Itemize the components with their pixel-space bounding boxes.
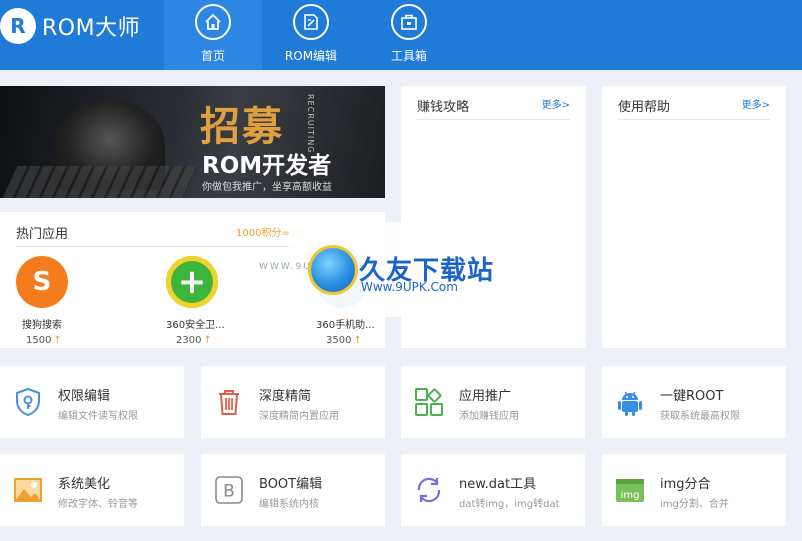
tool-desc: 添加赚钱应用 bbox=[459, 411, 519, 422]
help-title: 使用帮助 bbox=[618, 100, 671, 115]
rom-edit-icon bbox=[293, 4, 329, 40]
watermark-url: Www.9UPK.Com bbox=[361, 280, 458, 294]
tool-name: 应用推广 bbox=[459, 389, 512, 404]
tool-img-split[interactable]: img img分合 img分割、合并 bbox=[602, 454, 786, 526]
tab-rom-edit[interactable]: ROM编辑 bbox=[262, 0, 360, 70]
shield-key-icon bbox=[16, 387, 40, 417]
globe-logo-icon bbox=[311, 248, 355, 292]
tool-deep-slim[interactable]: 深度精简 深度精简内置应用 bbox=[201, 366, 385, 438]
banner-title: 招募 bbox=[200, 104, 284, 150]
convert-icon bbox=[417, 477, 441, 503]
svg-text:B: B bbox=[223, 482, 235, 502]
boot-b-icon: B bbox=[215, 476, 243, 504]
banner-subtitle: ROM开发者 bbox=[202, 153, 332, 179]
tool-name: 权限编辑 bbox=[58, 389, 111, 404]
tool-name: img分合 bbox=[660, 477, 711, 492]
banner-tagline: 你做包我推广，坐享高额收益 bbox=[202, 182, 332, 193]
apps-grid-icon bbox=[415, 388, 443, 416]
app-score: 3500 ↑ bbox=[326, 335, 406, 346]
hot-apps-title: 热门应用 bbox=[16, 227, 69, 242]
image-icon bbox=[14, 478, 42, 502]
up-arrow-icon: ↑ bbox=[53, 335, 62, 346]
help-panel: 使用帮助 更多> bbox=[602, 86, 786, 348]
tool-new-dat[interactable]: new.dat工具 dat转img，img转dat bbox=[401, 454, 585, 526]
tool-name: new.dat工具 bbox=[459, 477, 537, 492]
tool-one-click-root[interactable]: 一键ROOT 获取系统最高权限 bbox=[602, 366, 786, 438]
divider bbox=[618, 119, 770, 120]
app-name: 360手机助... bbox=[316, 320, 375, 331]
banner-vertical-text: RECRUITING bbox=[306, 94, 315, 154]
img-split-icon: img bbox=[616, 479, 644, 502]
app-name: 搜狗搜索 bbox=[22, 320, 62, 331]
keyboard-graphic bbox=[2, 166, 198, 198]
tool-desc: dat转img，img转dat bbox=[459, 499, 560, 510]
sogou-icon: S bbox=[16, 256, 68, 308]
help-more-link[interactable]: 更多> bbox=[742, 96, 770, 111]
app-score-value: 3500 bbox=[326, 335, 352, 346]
app-score-value: 1500 bbox=[26, 335, 52, 346]
app-name: 360安全卫... bbox=[166, 320, 225, 331]
tool-name: BOOT编辑 bbox=[259, 477, 323, 492]
tool-app-promotion[interactable]: 应用推广 添加赚钱应用 bbox=[401, 366, 585, 438]
tool-desc: 编辑系统内核 bbox=[259, 499, 319, 510]
divider bbox=[417, 119, 570, 120]
app-score: 2300 ↑ bbox=[176, 335, 256, 346]
home-icon bbox=[195, 4, 231, 40]
trash-icon bbox=[219, 390, 239, 415]
recruit-banner[interactable]: 招募 RECRUITING ROM开发者 你做包我推广，坐享高额收益 bbox=[0, 86, 385, 198]
tab-home[interactable]: 首页 bbox=[164, 0, 262, 70]
tool-permission-edit[interactable]: 权限编辑 编辑文件读写权限 bbox=[0, 366, 184, 438]
tool-desc: 修改字体、铃音等 bbox=[58, 499, 138, 510]
logo-r-icon: R bbox=[0, 8, 36, 44]
tab-toolbox-label: 工具箱 bbox=[390, 49, 427, 63]
app-item-sogou[interactable]: S 搜狗搜索 1500 ↑ bbox=[16, 256, 106, 346]
up-arrow-icon: ↑ bbox=[353, 335, 362, 346]
tool-name: 一键ROOT bbox=[660, 389, 724, 404]
top-bar: R ROM大师 首页 ROM编辑 工具箱 bbox=[0, 0, 802, 70]
earn-more-link[interactable]: 更多> bbox=[542, 96, 570, 111]
tool-desc: 获取系统最高权限 bbox=[660, 411, 740, 422]
site-watermark: WWW.9UPK.COM 久友下载站 Www.9UPK.Com bbox=[259, 222, 514, 317]
tool-system-beautify[interactable]: 系统美化 修改字体、铃音等 bbox=[0, 454, 184, 526]
app-item-360-security[interactable]: + 360安全卫... 2300 ↑ bbox=[166, 256, 256, 346]
tool-desc: 深度精简内置应用 bbox=[259, 411, 339, 422]
app-score-value: 2300 bbox=[176, 335, 202, 346]
tool-boot-edit[interactable]: B BOOT编辑 编辑系统内核 bbox=[201, 454, 385, 526]
tool-name: 深度精简 bbox=[259, 389, 312, 404]
earn-guide-title: 赚钱攻略 bbox=[417, 100, 470, 115]
up-arrow-icon: ↑ bbox=[203, 335, 212, 346]
360-security-icon: + bbox=[166, 256, 218, 308]
svg-text:img: img bbox=[621, 490, 640, 501]
app-logo: R ROM大师 bbox=[0, 8, 140, 44]
app-score: 1500 ↑ bbox=[26, 335, 106, 346]
tab-home-label: 首页 bbox=[200, 49, 225, 63]
tab-toolbox[interactable]: 工具箱 bbox=[360, 0, 458, 70]
app-title: ROM大师 bbox=[42, 16, 141, 41]
toolbox-icon bbox=[391, 4, 427, 40]
tab-rom-edit-label: ROM编辑 bbox=[284, 49, 338, 63]
android-icon bbox=[618, 391, 642, 416]
tool-name: 系统美化 bbox=[58, 477, 111, 492]
tool-desc: img分割、合并 bbox=[660, 499, 729, 510]
tool-desc: 编辑文件读写权限 bbox=[58, 411, 138, 422]
